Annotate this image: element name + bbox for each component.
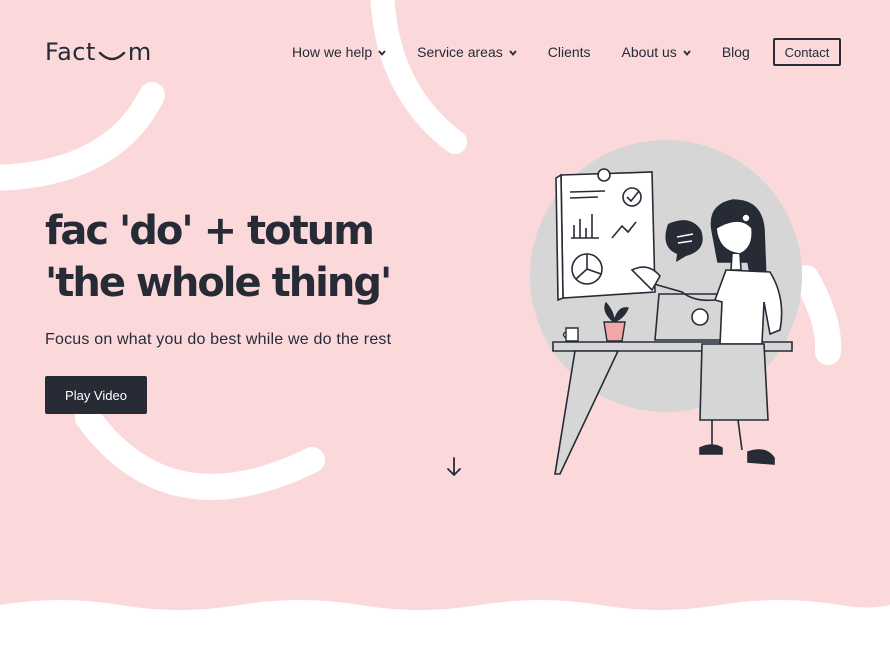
chart-board [555,168,656,302]
mug [562,327,579,342]
brand-logo[interactable]: Fact m [45,38,152,66]
nav-label: Blog [721,44,750,60]
white-arc-bottom-left [75,405,325,500]
hero-title-line-2: 'the whole thing' [45,260,392,306]
arrow-down-icon[interactable] [445,456,463,478]
woman-presenting-chart-illustration [530,140,802,475]
logo-text-start: Fact [45,38,96,66]
nav-item-blog[interactable]: Blog [722,44,750,60]
nav-label: About us [621,44,677,60]
nav-label: Service areas [417,44,503,60]
nav-item-how-we-help[interactable]: How we help [292,44,386,60]
logo-smile-icon [98,51,126,61]
chevron-down-icon [378,50,386,56]
contact-button[interactable]: Contact [773,38,841,66]
play-video-button[interactable]: Play Video [45,376,147,414]
chevron-down-icon [509,50,517,56]
nav-item-about-us[interactable]: About us [622,44,691,60]
hero-title: fac 'do' + totum 'the whole thing' [45,205,392,309]
nav-label: Clients [547,44,591,60]
hero-title-line-1: fac 'do' + totum [45,208,375,254]
main-nav: How we help Service areas Clients About … [292,44,781,60]
logo-text-end: m [127,38,152,66]
nav-item-clients[interactable]: Clients [548,44,591,60]
site-header: Fact m How we help Service areas Clients… [0,0,890,110]
chevron-down-icon [683,50,691,56]
hero-tagline: Focus on what you do best while we do th… [45,331,392,348]
nav-item-service-areas[interactable]: Service areas [417,44,517,60]
bottom-wave-divider [0,600,890,650]
nav-label: How we help [292,44,373,60]
